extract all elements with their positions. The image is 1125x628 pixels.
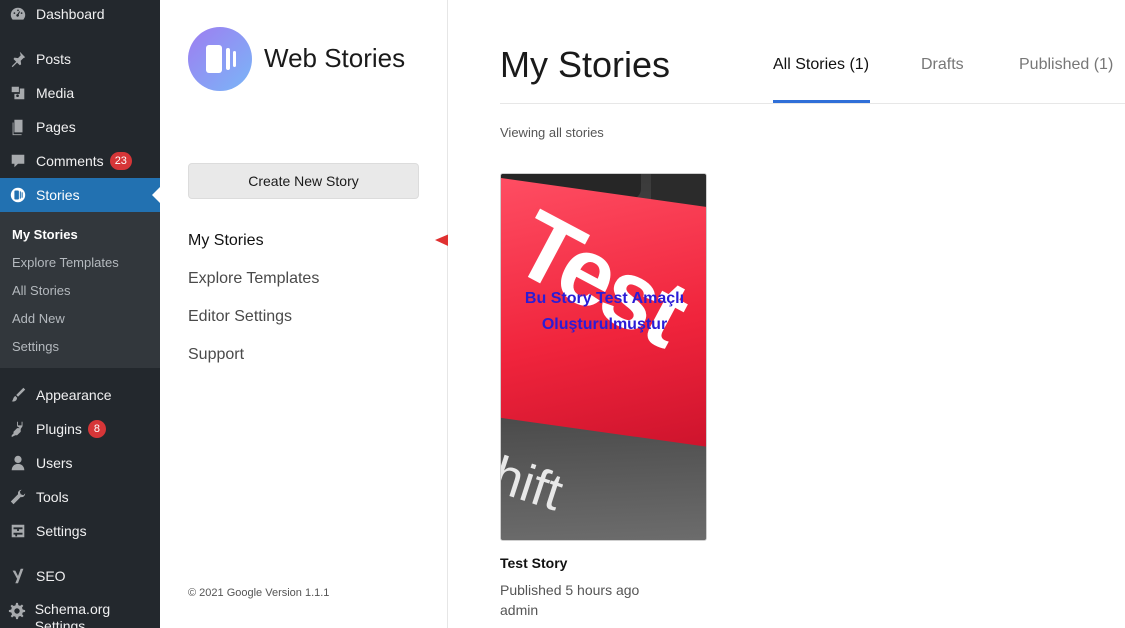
- brush-icon: [0, 378, 36, 412]
- viewing-label: Viewing all stories: [500, 125, 604, 140]
- web-stories-nav: Web Stories Create New Story My Stories …: [160, 0, 521, 628]
- menu-label: Pages: [36, 119, 76, 135]
- nav-link-support[interactable]: Support: [188, 346, 244, 364]
- nav-link-editor-settings[interactable]: Editor Settings: [188, 308, 292, 326]
- sliders-icon: [0, 514, 36, 548]
- menu-label: Tools: [36, 489, 69, 505]
- stories-submenu: My Stories Explore Templates All Stories…: [0, 212, 160, 368]
- brand-title: Web Stories: [264, 43, 406, 73]
- tab-published[interactable]: Published (1): [1019, 56, 1113, 74]
- submenu-my-stories[interactable]: My Stories: [12, 227, 78, 242]
- user-icon: [0, 446, 36, 480]
- menu-settings[interactable]: Settings: [0, 514, 160, 548]
- wrench-icon: [0, 480, 36, 514]
- nav-link-explore-templates[interactable]: Explore Templates: [188, 270, 319, 288]
- tab-all-stories[interactable]: All Stories (1): [773, 56, 869, 74]
- active-tab-indicator: [773, 100, 870, 103]
- submenu-all-stories[interactable]: All Stories: [12, 283, 71, 298]
- web-stories-logo: [188, 27, 252, 91]
- menu-label: Stories: [36, 187, 80, 203]
- create-new-story-button[interactable]: Create New Story: [188, 163, 419, 199]
- story-author: admin: [500, 602, 539, 618]
- menu-label: Users: [36, 455, 73, 471]
- menu-label: SEO: [36, 568, 66, 584]
- submenu-explore-templates[interactable]: Explore Templates: [12, 255, 119, 270]
- nav-link-my-stories[interactable]: My Stories: [188, 232, 264, 250]
- tab-drafts[interactable]: Drafts: [921, 56, 964, 74]
- dashboard-icon: [0, 0, 36, 31]
- menu-label: Settings: [36, 523, 87, 539]
- stories-icon: [0, 178, 36, 212]
- story-overlay-text: Bu Story Test Amaçlı Oluşturulmuştur: [501, 286, 706, 338]
- gear-icon: [0, 601, 35, 621]
- menu-plugins[interactable]: Plugins 8: [0, 412, 160, 446]
- menu-tools[interactable]: Tools: [0, 480, 160, 514]
- story-card[interactable]: Test hift Bu Story Test Amaçlı Oluşturul…: [500, 173, 707, 541]
- menu-label: Plugins: [36, 421, 82, 437]
- menu-label: Media: [36, 85, 75, 101]
- menu-media[interactable]: Media: [0, 76, 160, 110]
- menu-pages[interactable]: Pages: [0, 110, 160, 144]
- story-status: Published 5 hours ago: [500, 582, 640, 598]
- overlay-line-1: Bu Story Test Amaçlı: [524, 290, 685, 307]
- menu-label: Comments: [36, 153, 104, 169]
- menu-label: Dashboard: [36, 6, 105, 22]
- menu-label: Posts: [36, 51, 72, 67]
- footer-version: © 2021 Google Version 1.1.1: [188, 587, 330, 599]
- menu-comments[interactable]: Comments 23: [0, 144, 160, 178]
- overlay-line-2: Oluşturulmuştur: [541, 316, 668, 333]
- plug-icon: [0, 412, 36, 446]
- menu-posts[interactable]: Posts: [0, 42, 160, 76]
- submenu-settings[interactable]: Settings: [12, 339, 59, 354]
- page-title: My Stories: [500, 44, 671, 85]
- tabs-divider: [500, 103, 1125, 104]
- pages-icon: [0, 110, 36, 144]
- comments-count-badge: 23: [109, 152, 132, 170]
- story-title[interactable]: Test Story: [500, 555, 567, 571]
- menu-appearance[interactable]: Appearance: [0, 378, 160, 412]
- menu-schema-settings[interactable]: Schema.org Settings: [0, 593, 160, 628]
- pin-icon: [0, 42, 36, 76]
- main-content: My Stories All Stories (1) Drafts Publis…: [448, 0, 1125, 628]
- menu-users[interactable]: Users: [0, 446, 160, 480]
- menu-seo[interactable]: SEO: [0, 559, 160, 593]
- wp-admin-sidebar: Dashboard Posts Media Pages Comments 23 …: [0, 0, 160, 628]
- menu-label: Appearance: [36, 387, 112, 403]
- submenu-add-new[interactable]: Add New: [12, 311, 65, 326]
- plugins-count-badge: 8: [87, 420, 106, 438]
- menu-stories[interactable]: Stories: [0, 178, 160, 212]
- yoast-icon: [0, 559, 36, 593]
- media-icon: [0, 76, 36, 110]
- comment-icon: [0, 144, 36, 178]
- menu-dashboard[interactable]: Dashboard: [0, 0, 160, 31]
- menu-label: Schema.org Settings: [34, 601, 111, 628]
